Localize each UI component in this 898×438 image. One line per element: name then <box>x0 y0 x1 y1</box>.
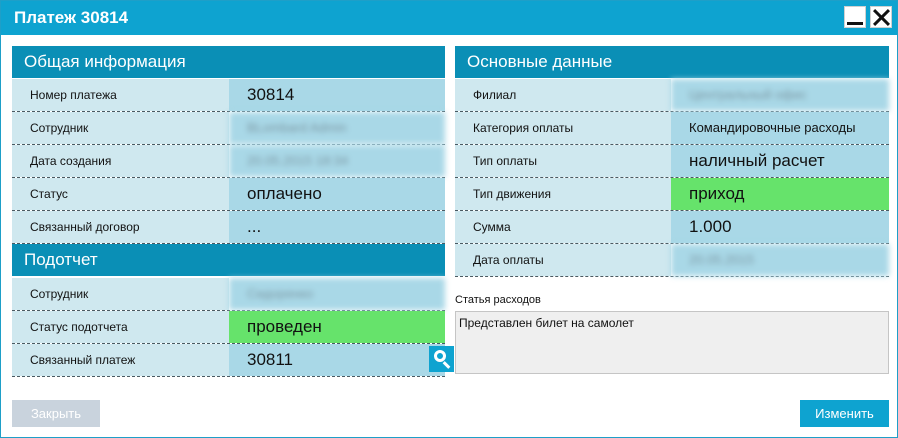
row-label: Связанный платеж <box>12 344 229 376</box>
linked-payment-value: 30811 <box>229 344 445 376</box>
row-label: Тип оплаты <box>455 145 671 177</box>
close-button[interactable]: Закрыть <box>12 400 100 427</box>
status-value: оплачено <box>229 178 445 210</box>
linked-contract-value[interactable]: ... <box>229 211 445 243</box>
employee-value: BLombard Admin <box>229 112 445 144</box>
expense-label: Статья расходов <box>455 294 541 306</box>
row-label: Филиал <box>455 79 671 111</box>
row-report-status: Статус подотчета проведен <box>12 311 445 344</box>
payment-category-value: Командировочные расходы <box>671 112 889 144</box>
row-movement-type: Тип движения приход <box>455 178 889 211</box>
payment-type-value: наличный расчет <box>671 145 889 177</box>
row-payment-number: Номер платежа 30814 <box>12 79 445 112</box>
row-linked-contract: Связанный договор ... <box>12 211 445 244</box>
row-label: Сумма <box>455 211 671 243</box>
row-created-date: Дата создания 20.05.2015 18:34 <box>12 145 445 178</box>
report-employee-value: Сидоренко <box>229 278 445 310</box>
payment-number-value: 30814 <box>229 79 445 111</box>
row-label: Сотрудник <box>12 278 229 310</box>
search-icon[interactable] <box>429 346 454 372</box>
row-label: Дата оплаты <box>455 244 671 276</box>
amount-value: 1.000 <box>671 211 889 243</box>
movement-type-value: приход <box>671 178 889 210</box>
window-title: Платеж 30814 <box>14 8 129 27</box>
row-amount: Сумма 1.000 <box>455 211 889 244</box>
row-label: Дата создания <box>12 145 229 177</box>
row-report-employee: Сотрудник Сидоренко <box>12 278 445 311</box>
created-date-value: 20.05.2015 18:34 <box>229 145 445 177</box>
row-linked-payment: Связанный платеж 30811 <box>12 344 454 377</box>
branch-value: Центральный офис <box>671 79 889 111</box>
row-label: Номер платежа <box>12 79 229 111</box>
row-payment-date: Дата оплаты 20.05.2015 <box>455 244 889 277</box>
general-info-header: Общая информация <box>12 46 445 78</box>
row-payment-category: Категория оплаты Командировочные расходы <box>455 112 889 145</box>
close-icon[interactable] <box>870 6 892 28</box>
row-branch: Филиал Центральный офис <box>455 79 889 112</box>
row-status: Статус оплачено <box>12 178 445 211</box>
report-header: Подотчет <box>12 244 445 276</box>
expense-textarea[interactable]: Представлен билет на самолет <box>455 311 889 374</box>
row-label: Статус подотчета <box>12 311 229 343</box>
row-label: Категория оплаты <box>455 112 671 144</box>
payment-window: Платеж 30814 Общая информация Номер плат… <box>0 0 898 438</box>
minimize-icon[interactable] <box>844 6 866 28</box>
row-label: Тип движения <box>455 178 671 210</box>
main-data-header: Основные данные <box>455 46 889 78</box>
row-label: Связанный договор <box>12 211 229 243</box>
row-payment-type: Тип оплаты наличный расчет <box>455 145 889 178</box>
row-label: Статус <box>12 178 229 210</box>
payment-date-value: 20.05.2015 <box>671 244 889 276</box>
edit-button[interactable]: Изменить <box>800 400 889 427</box>
row-label: Сотрудник <box>12 112 229 144</box>
title-bar[interactable]: Платеж 30814 <box>1 1 897 35</box>
report-status-value: проведен <box>229 311 445 343</box>
row-employee: Сотрудник BLombard Admin <box>12 112 445 145</box>
